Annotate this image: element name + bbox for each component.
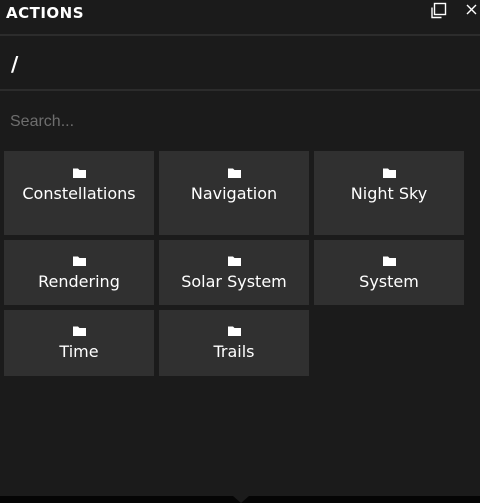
folder-tile-label: Rendering (38, 272, 120, 291)
folder-tile-rendering[interactable]: Rendering (4, 240, 154, 305)
folder-tile-solar-system[interactable]: Solar System (159, 240, 309, 305)
folder-tile-navigation[interactable]: Navigation (159, 151, 309, 235)
divider (0, 34, 480, 36)
folder-tile-night-sky[interactable]: Night Sky (314, 151, 464, 235)
folder-tile-label: System (359, 272, 419, 291)
folder-icon (72, 168, 86, 178)
folder-icon (382, 256, 396, 266)
folder-icon (227, 326, 241, 336)
folder-icon (227, 168, 241, 178)
folder-tile-label: Time (59, 342, 99, 361)
panel-pointer (233, 496, 249, 503)
search-input[interactable] (4, 106, 474, 138)
folder-icon (382, 168, 396, 178)
panel-titlebar[interactable]: ACTIONS (0, 0, 480, 34)
panel-title: ACTIONS (6, 4, 85, 22)
folder-tile-time[interactable]: Time (4, 310, 154, 376)
folder-tile-constellations[interactable]: Constellations (4, 151, 154, 235)
current-path: / (11, 52, 19, 76)
folder-icon (227, 256, 241, 266)
detach-window-icon[interactable] (428, 2, 448, 22)
close-icon[interactable] (462, 2, 480, 22)
folder-tile-label: Navigation (190, 184, 278, 203)
divider (0, 89, 480, 91)
folder-tile-label: Solar System (181, 272, 287, 291)
folder-tile-system[interactable]: System (314, 240, 464, 305)
folder-tile-label: Constellations (22, 184, 136, 203)
folder-tile-label: Night Sky (350, 184, 428, 203)
actions-panel: ACTIONS / Constellations Navigation Nigh… (0, 0, 480, 496)
folder-icon (72, 326, 86, 336)
folder-tile-trails[interactable]: Trails (159, 310, 309, 376)
folder-tile-label: Trails (213, 342, 255, 361)
folder-icon (72, 256, 86, 266)
